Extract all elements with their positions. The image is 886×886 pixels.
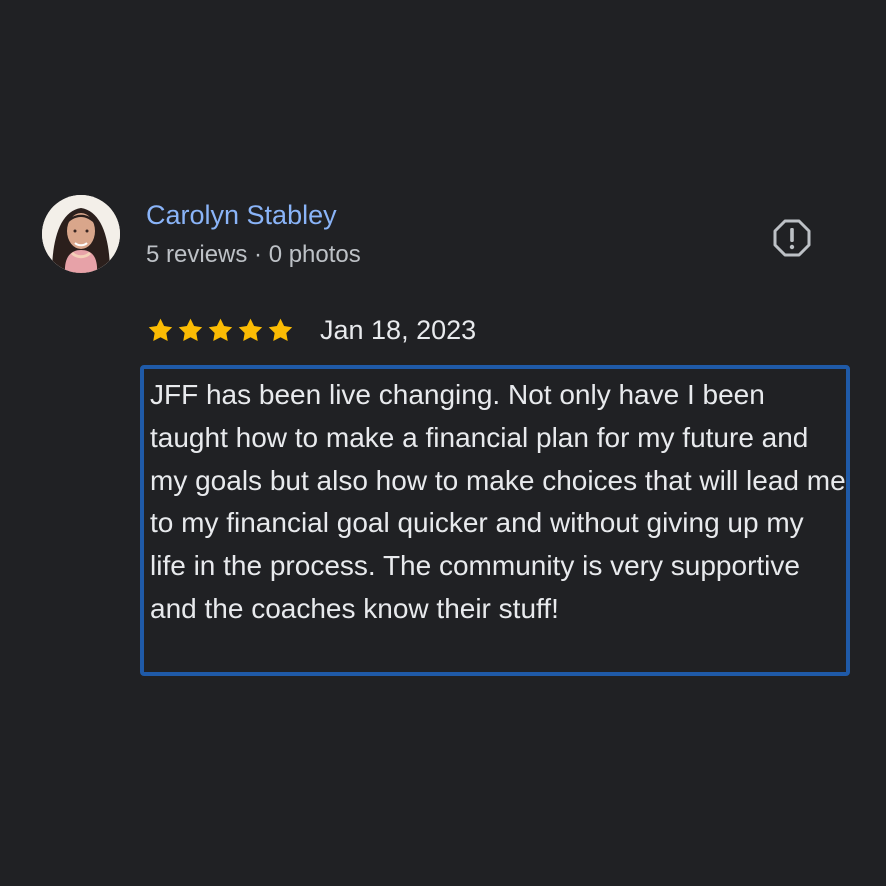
star-icon (238, 318, 263, 341)
reviewer-name[interactable]: Carolyn Stabley (146, 198, 337, 232)
star-icon (178, 318, 203, 341)
star-icon (268, 318, 293, 341)
review-card: Carolyn Stabley 5 reviews · 0 photos Jan… (0, 0, 886, 886)
review-text: JFF has been live changing. Not only hav… (150, 379, 846, 624)
star-icon (208, 318, 233, 341)
star-rating (146, 316, 296, 345)
reviewer-meta: 5 reviews · 0 photos (146, 241, 361, 268)
review-date: Jan 18, 2023 (320, 315, 477, 345)
report-button[interactable] (770, 216, 814, 260)
star-icon (148, 318, 173, 341)
review-text-highlight: JFF has been live changing. Not only hav… (140, 365, 850, 676)
avatar[interactable] (42, 195, 120, 273)
avatar-photo (42, 195, 120, 273)
rating-row: Jan 18, 2023 (146, 313, 476, 347)
report-icon (773, 219, 811, 257)
